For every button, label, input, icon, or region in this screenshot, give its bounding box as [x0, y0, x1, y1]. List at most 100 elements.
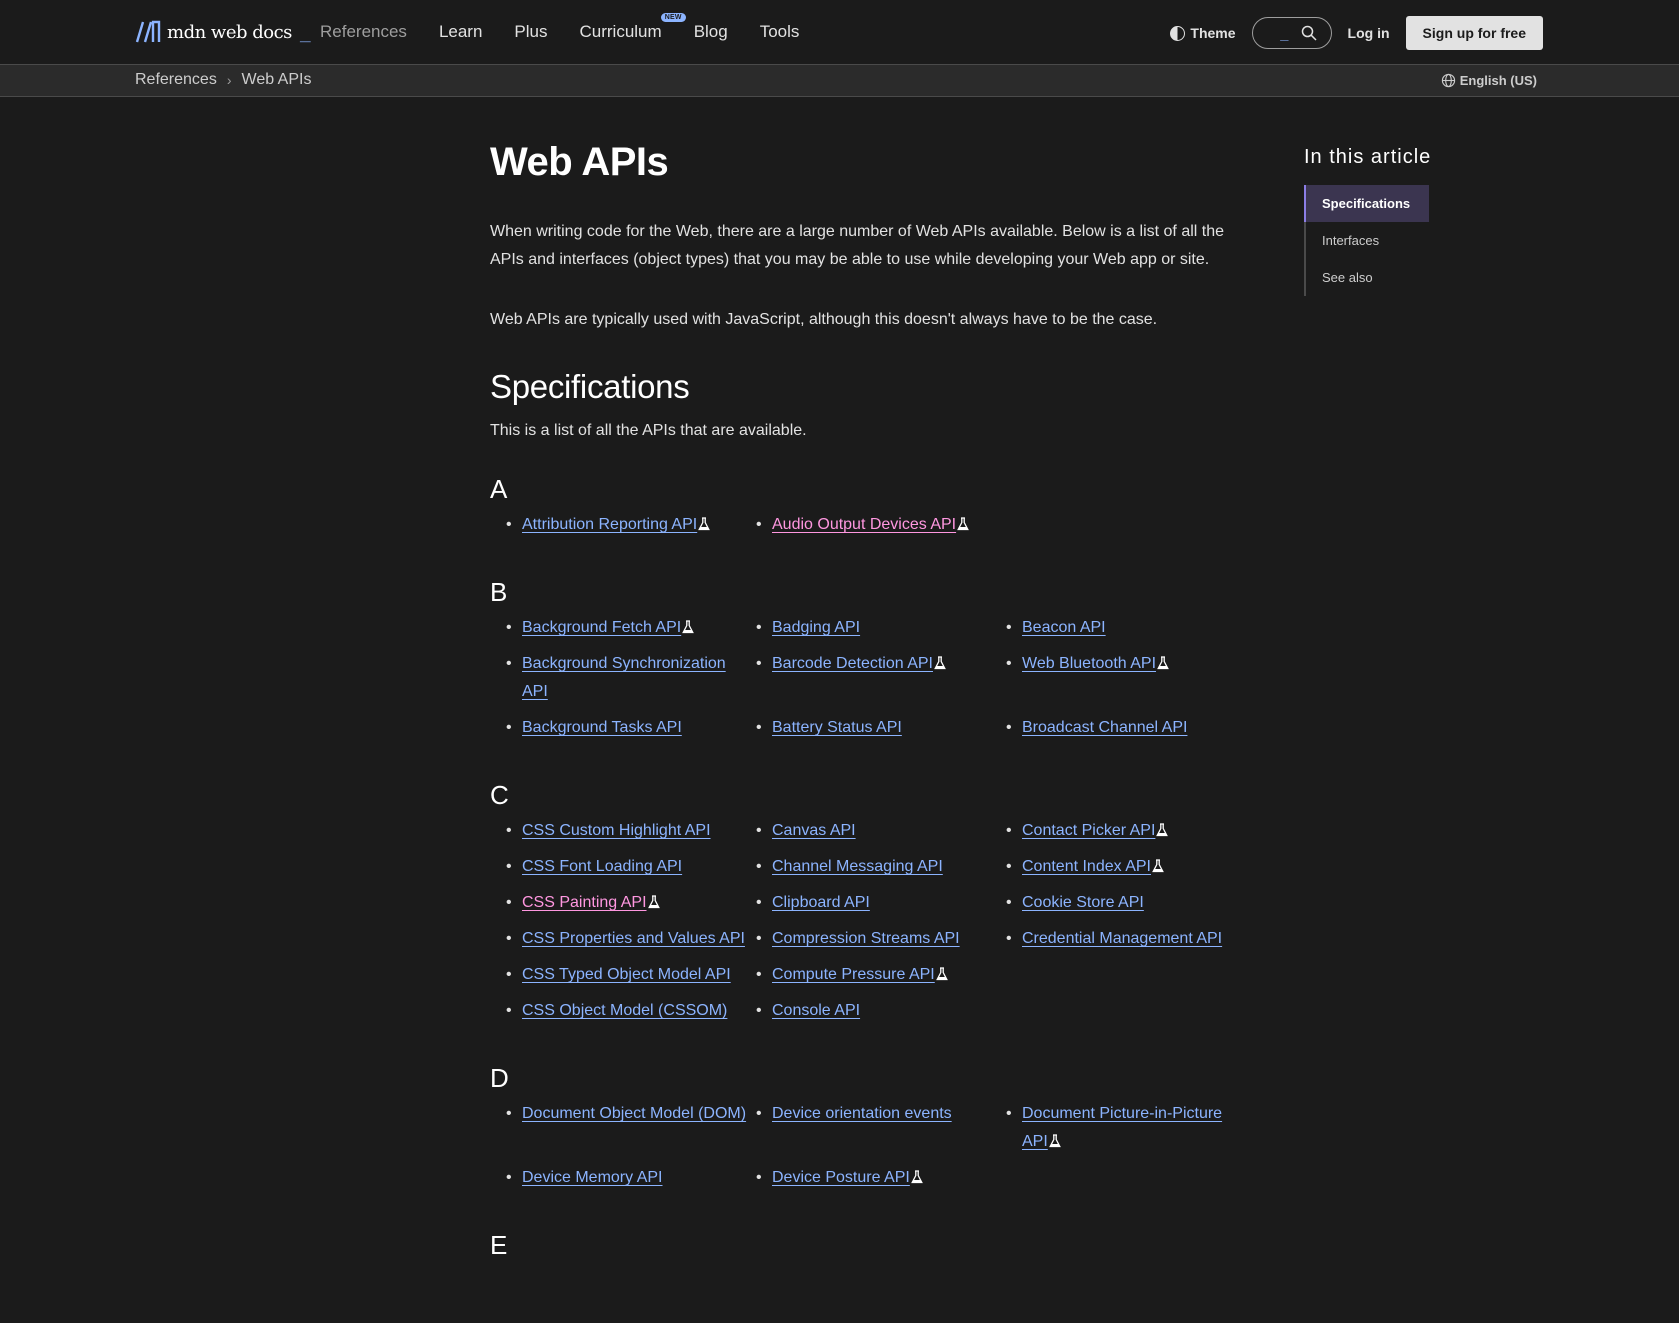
toc-list: Specifications Interfaces See also [1304, 185, 1504, 296]
breadcrumb-bar: References › Web APIs English (US) [0, 64, 1679, 97]
main-nav: References Learn Plus Curriculum NEW Blog… [320, 0, 831, 64]
api-link[interactable]: Channel Messaging API [772, 858, 943, 875]
list-item: CSS Typed Object Model API [506, 961, 756, 989]
list-item: CSS Properties and Values API [506, 925, 756, 953]
list-item: CSS Font Loading API [506, 853, 756, 881]
specifications-description: This is a list of all the APIs that are … [490, 422, 807, 439]
list-item: Compute Pressure API [756, 961, 1006, 989]
experimental-flask-icon [957, 513, 969, 531]
toc-item-see-also: See also [1306, 259, 1504, 296]
list-item: CSS Custom Highlight API [506, 817, 756, 845]
toc-link-interfaces[interactable]: Interfaces [1306, 222, 1504, 259]
api-link[interactable]: Broadcast Channel API [1022, 719, 1187, 736]
letter-heading: D [490, 1063, 509, 1093]
api-link[interactable]: Document Object Model (DOM) [522, 1105, 746, 1122]
search-button[interactable]: _ [1251, 17, 1332, 49]
api-link[interactable]: Contact Picker API [1022, 822, 1155, 839]
search-cursor: _ [1280, 25, 1289, 41]
nav-references[interactable]: References [320, 22, 407, 42]
globe-icon [1441, 73, 1455, 88]
letter-heading: E [490, 1230, 508, 1260]
nav-curriculum[interactable]: Curriculum NEW [580, 13, 686, 42]
mdn-logo-icon [135, 20, 161, 43]
api-link[interactable]: Credential Management API [1022, 930, 1222, 947]
nav-blog[interactable]: Blog [694, 22, 728, 42]
list-item: Content Index API [1006, 853, 1256, 881]
list-item: Device orientation events [756, 1100, 1006, 1156]
breadcrumb-web-apis[interactable]: Web APIs [242, 71, 312, 89]
specifications-heading: Specifications [490, 368, 690, 405]
list-item: Clipboard API [756, 889, 1006, 917]
article: Web APIs When writing code for the Web, … [490, 140, 1260, 1291]
api-link[interactable]: Battery Status API [772, 719, 902, 736]
login-link[interactable]: Log in [1348, 25, 1390, 41]
signup-button[interactable]: Sign up for free [1405, 16, 1543, 50]
list-item: Audio Output Devices API [756, 511, 1006, 539]
logo-text: mdn web docs [167, 21, 292, 43]
api-link[interactable]: Badging API [772, 619, 860, 636]
letter-group-d: D Document Object Model (DOM) Device Memor… [490, 1063, 1260, 1200]
new-badge: NEW [660, 13, 686, 22]
api-link[interactable]: Background Tasks API [522, 719, 682, 736]
api-link[interactable]: Clipboard API [772, 894, 870, 911]
list-item: Compression Streams API [756, 925, 1006, 953]
experimental-flask-icon [698, 513, 711, 531]
toc-link-see-also[interactable]: See also [1306, 259, 1504, 296]
api-link[interactable]: CSS Object Model (CSSOM) [522, 1002, 727, 1019]
list-item: Document Picture-in-Picture API [1006, 1100, 1256, 1156]
nav-learn[interactable]: Learn [439, 22, 482, 42]
nav-tools[interactable]: Tools [760, 22, 800, 42]
api-link[interactable]: Barcode Detection API [772, 655, 933, 672]
api-link[interactable]: Cookie Store API [1022, 894, 1144, 911]
api-list: Document Object Model (DOM) Device Memory… [490, 1100, 1260, 1200]
api-link[interactable]: CSS Painting API [522, 894, 647, 911]
api-link[interactable]: Console API [772, 1002, 860, 1019]
list-item: Broadcast Channel API [1006, 714, 1256, 742]
intro-paragraph-2: Web APIs are typically used with JavaScr… [490, 311, 1158, 328]
api-link[interactable]: CSS Custom Highlight API [522, 822, 711, 839]
experimental-flask-icon [1157, 652, 1169, 670]
list-item: Battery Status API [756, 714, 1006, 742]
api-link[interactable]: Attribution Reporting API [522, 516, 697, 533]
breadcrumb-references[interactable]: References [135, 71, 217, 89]
api-link[interactable]: Device Memory API [522, 1169, 662, 1186]
api-link[interactable]: Beacon API [1022, 619, 1106, 636]
api-link[interactable]: Content Index API [1022, 858, 1151, 875]
list-item: Contact Picker API [1006, 817, 1256, 845]
list-item: Credential Management API [1006, 925, 1256, 953]
api-link[interactable]: CSS Font Loading API [522, 858, 682, 875]
list-item: Document Object Model (DOM) [506, 1100, 756, 1156]
list-item: Barcode Detection API [756, 650, 1006, 706]
experimental-flask-icon [647, 891, 660, 909]
api-link[interactable]: CSS Typed Object Model API [522, 966, 731, 983]
theme-button[interactable]: Theme [1170, 25, 1236, 41]
api-link[interactable]: Compute Pressure API [772, 966, 935, 983]
breadcrumb: References › Web APIs [135, 71, 311, 89]
api-link[interactable]: Compression Streams API [772, 930, 960, 947]
list-item: Badging API [756, 614, 1006, 642]
api-link[interactable]: Device Posture API [772, 1169, 910, 1186]
list-item: Cookie Store API [1006, 889, 1256, 917]
nav-plus[interactable]: Plus [514, 22, 547, 42]
letter-group-b: B Background Fetch API Background Synchron… [490, 577, 1260, 750]
toc-link-specifications[interactable]: Specifications [1304, 185, 1429, 222]
api-link[interactable]: Background Fetch API [522, 619, 681, 636]
theme-contrast-icon [1170, 25, 1186, 41]
experimental-flask-icon [910, 1166, 923, 1184]
mdn-logo[interactable]: mdn web docs _ [135, 20, 311, 44]
letter-group-a: A Attribution Reporting API Audio Output D… [490, 474, 1260, 547]
toc-title: In this article [1304, 146, 1432, 168]
api-link[interactable]: CSS Properties and Values API [522, 930, 745, 947]
list-item: Background Synchronization API [506, 650, 756, 706]
api-groups: A Attribution Reporting API Audio Output D… [490, 474, 1260, 1261]
api-link[interactable]: Device orientation events [772, 1105, 952, 1122]
experimental-flask-icon [934, 652, 946, 670]
language-switcher[interactable]: English (US) [1441, 73, 1537, 88]
list-item: CSS Painting API [506, 889, 756, 917]
api-link[interactable]: Audio Output Devices API [772, 516, 956, 533]
api-link[interactable]: Canvas API [772, 822, 856, 839]
api-link[interactable]: Web Bluetooth API [1022, 655, 1156, 672]
experimental-flask-icon [682, 616, 695, 634]
list-item: CSS Object Model (CSSOM) [506, 997, 756, 1025]
api-link[interactable]: Background Synchronization API [522, 655, 726, 700]
